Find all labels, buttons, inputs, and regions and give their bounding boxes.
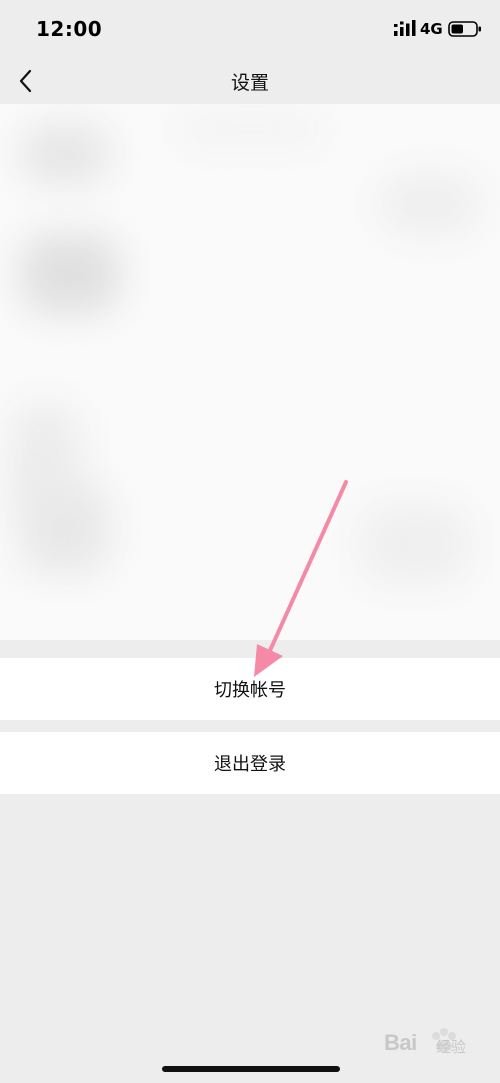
switch-account-button[interactable]: 切换帐号 <box>0 658 500 720</box>
watermark-brand: Bai <box>384 1030 417 1055</box>
battery-icon <box>448 21 481 37</box>
network-type: 4G <box>420 20 443 38</box>
signal-bars-icon <box>394 20 416 36</box>
nav-bar: 设置 <box>0 58 500 104</box>
home-indicator[interactable] <box>162 1066 340 1072</box>
page-title: 设置 <box>230 72 269 94</box>
status-time: 12:00 <box>36 17 103 41</box>
status-bar: 12:00 4G <box>0 0 500 58</box>
logout-button[interactable]: 退出登录 <box>0 732 500 794</box>
watermark-suffix: 经验 <box>436 1038 467 1056</box>
blurred-settings-content <box>0 104 500 640</box>
